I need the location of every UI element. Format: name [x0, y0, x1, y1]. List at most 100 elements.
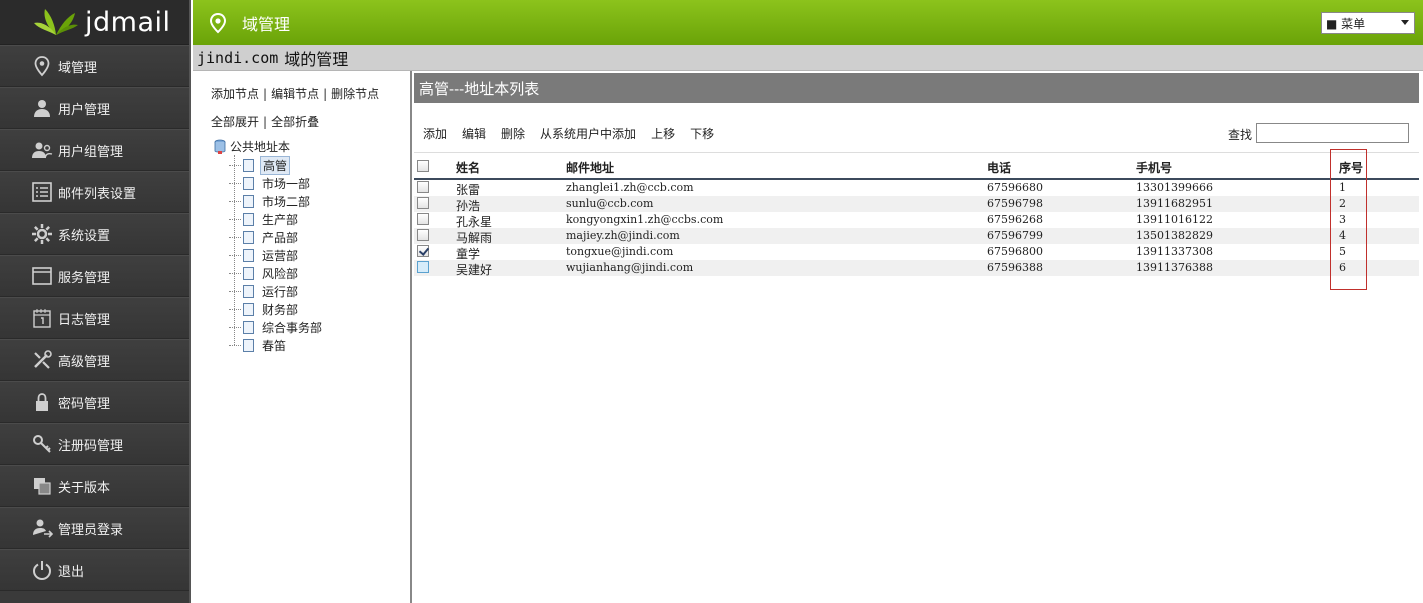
page-icon: [243, 176, 254, 190]
cell-phone: 67596798: [987, 197, 1043, 210]
table-row[interactable]: 张雷 zhanglei1.zh@ccb.com 67596680 1330139966…: [414, 180, 1419, 197]
tree-node[interactable]: 综合事务部: [229, 318, 324, 336]
sidebar-item-2[interactable]: 用户组管理: [0, 129, 189, 171]
table-header: 姓名 邮件地址 电话 手机号 序号: [414, 152, 1419, 180]
column-header-name[interactable]: 姓名: [456, 159, 480, 176]
tree-node[interactable]: 产品部: [229, 228, 300, 246]
sidebar-item-label: 域管理: [58, 60, 98, 76]
row-checkbox[interactable]: [417, 245, 429, 257]
tree-node[interactable]: 风险部: [229, 264, 300, 282]
row-checkbox[interactable]: [417, 181, 429, 193]
search-input[interactable]: [1256, 123, 1409, 143]
table-row[interactable]: 孙浩 sunlu@ccb.com 67596798 13911682951 2: [414, 196, 1419, 213]
tree-node[interactable]: 春笛: [229, 336, 288, 354]
row-checkbox[interactable]: [417, 197, 429, 209]
move-down-button[interactable]: 下移: [690, 125, 714, 142]
table-row[interactable]: 童学 tongxue@jindi.com 67596800 13911337308 5: [414, 244, 1419, 261]
column-header-phone[interactable]: 电话: [987, 159, 1011, 176]
cell-email: majiey.zh@jindi.com: [566, 229, 680, 242]
tree-node-label: 春笛: [262, 338, 287, 353]
delete-node-link[interactable]: 删除节点: [331, 87, 379, 101]
row-checkbox[interactable]: [417, 213, 429, 225]
tree-node[interactable]: 生产部: [229, 210, 300, 228]
page-icon: [243, 230, 254, 244]
select-all-checkbox[interactable]: [417, 160, 429, 172]
tree-node[interactable]: 市场一部: [229, 174, 312, 192]
tree-node-label: 运营部: [262, 248, 299, 263]
table-row[interactable]: 孔永星 kongyongxin1.zh@ccbs.com 67596268 13911…: [414, 212, 1419, 229]
sidebar-item-label: 高级管理: [58, 354, 111, 370]
add-node-link[interactable]: 添加节点: [211, 87, 259, 101]
tree-node-label: 产品部: [262, 230, 299, 245]
domain-header: jindi.com 域的管理: [193, 45, 1423, 71]
sidebar-item-label: 系统设置: [58, 228, 111, 244]
sidebar-item-5[interactable]: 服务管理: [0, 255, 189, 297]
address-table: 姓名 邮件地址 电话 手机号 序号 张雷 zhanglei1.zh@ccb.com…: [414, 152, 1419, 277]
add-button[interactable]: 添加: [423, 125, 447, 142]
row-checkbox[interactable]: [417, 261, 429, 273]
location-pin-icon: [209, 12, 227, 33]
sidebar-item-3[interactable]: 邮件列表设置: [0, 171, 189, 213]
cell-mobile: 13911337308: [1136, 245, 1213, 258]
sidebar-nav: 域管理用户管理用户组管理邮件列表设置系统设置服务管理日志管理高级管理密码管理注册…: [0, 45, 189, 591]
table-row[interactable]: 马解雨 majiey.zh@jindi.com 67596799 1350138282…: [414, 228, 1419, 245]
edit-button[interactable]: 编辑: [462, 125, 486, 142]
tree-connector: [229, 200, 241, 202]
page-icon: [243, 266, 254, 280]
section-title: 域管理: [242, 14, 291, 34]
tree-node[interactable]: 高管: [229, 155, 291, 175]
tree-node[interactable]: 市场二部: [229, 192, 312, 210]
tree-node[interactable]: 运营部: [229, 246, 300, 264]
collapse-all-link[interactable]: 全部折叠: [271, 115, 319, 129]
sidebar-item-6[interactable]: 日志管理: [0, 297, 189, 339]
cell-mobile: 13911682951: [1136, 197, 1213, 210]
cell-mobile: 13911016122: [1136, 213, 1213, 226]
cell-phone: 67596800: [987, 245, 1043, 258]
sidebar-item-12[interactable]: 退出: [0, 549, 189, 591]
sidebar-item-label: 关于版本: [58, 480, 111, 496]
tree-connector: [229, 290, 241, 292]
tree-node[interactable]: 财务部: [229, 300, 300, 318]
main-panel: 高管---地址本列表 添加 编辑 删除 从系统用户中添加 上移 下移 查找 姓名…: [414, 71, 1423, 603]
sidebar-item-10[interactable]: 关于版本: [0, 465, 189, 507]
sidebar-item-label: 注册码管理: [58, 438, 124, 454]
sidebar-item-4[interactable]: 系统设置: [0, 213, 189, 255]
sidebar: jdmail 域管理 用户管理 用户组管理 邮件列表设置 系统设置 服务管理 日志管理 高级管…: [0, 0, 191, 603]
expand-all-link[interactable]: 全部展开: [211, 115, 259, 129]
sidebar-item-label: 用户管理: [58, 102, 111, 118]
tree-actions-row-1: 添加节点 | 编辑节点 | 删除节点: [211, 85, 379, 102]
tree-node[interactable]: 运行部: [229, 282, 300, 300]
page-icon: [243, 212, 254, 226]
cell-phone: 67596268: [987, 213, 1043, 226]
cell-phone: 67596388: [987, 261, 1043, 274]
sidebar-item-11[interactable]: 管理员登录: [0, 507, 189, 549]
tree-node-label: 综合事务部: [262, 320, 323, 335]
menu-dropdown[interactable]: ■ 菜单: [1321, 12, 1415, 34]
sidebar-item-9[interactable]: 注册码管理: [0, 423, 189, 465]
move-up-button[interactable]: 上移: [651, 125, 675, 142]
domain-name: jindi.com: [197, 48, 279, 67]
page-icon: [243, 284, 254, 298]
delete-button[interactable]: 删除: [501, 125, 525, 142]
tree-connector: [229, 308, 241, 310]
cell-email: tongxue@jindi.com: [566, 245, 674, 258]
sidebar-item-1[interactable]: 用户管理: [0, 87, 189, 129]
column-header-mobile[interactable]: 手机号: [1136, 159, 1172, 176]
sidebar-item-7[interactable]: 高级管理: [0, 339, 189, 381]
cell-mobile: 13301399666: [1136, 181, 1213, 194]
tree-root[interactable]: 公共地址本: [213, 138, 290, 155]
sidebar-item-0[interactable]: 域管理: [0, 45, 189, 87]
add-from-system-users-button[interactable]: 从系统用户中添加: [540, 125, 636, 142]
row-checkbox[interactable]: [417, 229, 429, 241]
edit-node-link[interactable]: 编辑节点: [271, 87, 319, 101]
sidebar-item-8[interactable]: 密码管理: [0, 381, 189, 423]
table-row[interactable]: 吴建好 wujianhang@jindi.com 67596388 139113763…: [414, 260, 1419, 277]
cell-phone: 67596680: [987, 181, 1043, 194]
cell-name: 吴建好: [456, 263, 493, 277]
column-header-email[interactable]: 邮件地址: [566, 159, 614, 176]
sidebar-item-label: 服务管理: [58, 270, 111, 286]
sidebar-item-label: 用户组管理: [58, 144, 124, 160]
tree-connector: [229, 326, 241, 328]
tree-root-label: 公共地址本: [230, 140, 291, 154]
cell-mobile: 13911376388: [1136, 261, 1213, 274]
